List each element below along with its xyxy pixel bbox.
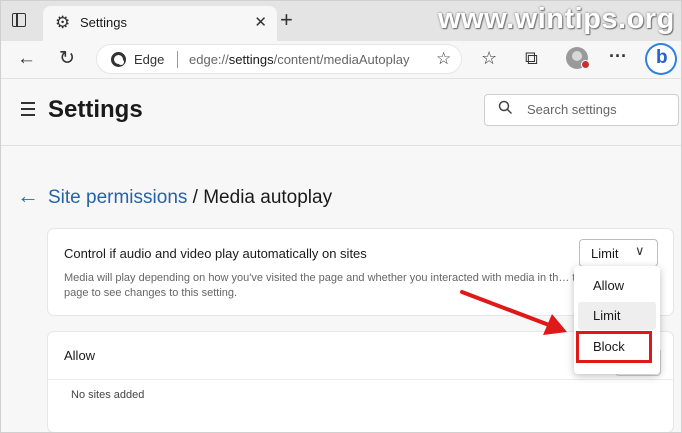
browser-window: ⚙ Settings ✕ + www.wintips.org ← ↻ Edge … (0, 0, 682, 433)
annotation-arrow (460, 290, 567, 335)
